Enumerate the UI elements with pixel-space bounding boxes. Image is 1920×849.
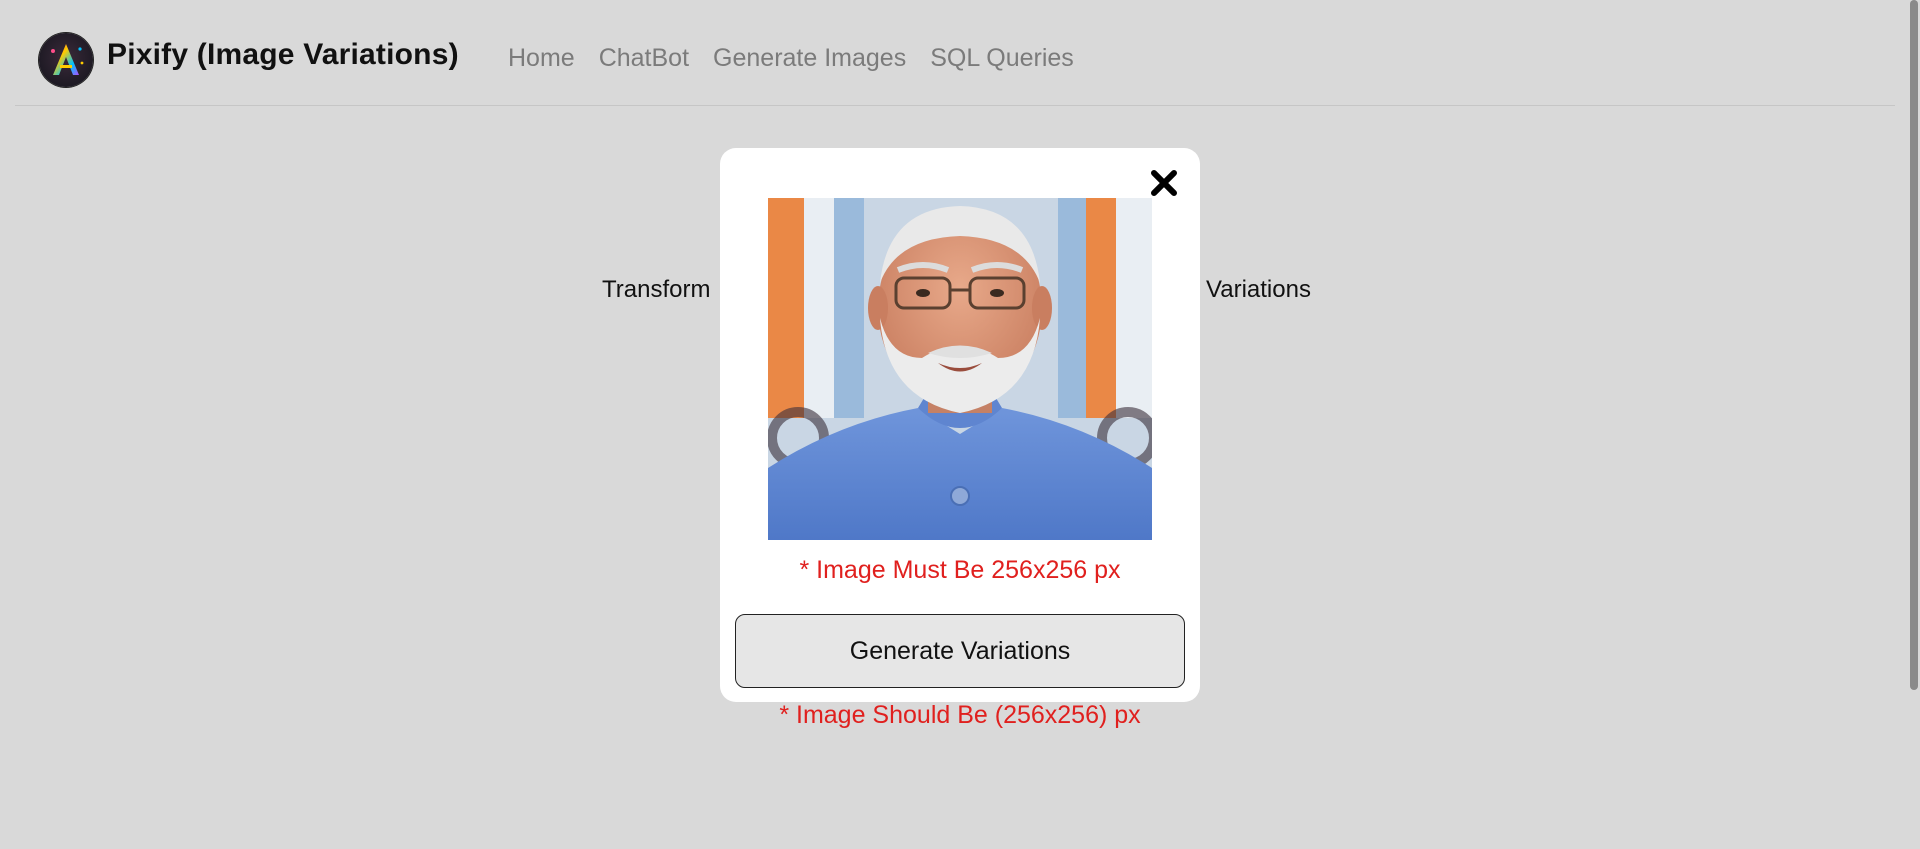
image-preview-modal: * Image Must Be 256x256 px Generate Vari… bbox=[720, 148, 1200, 702]
size-requirement-note: * Image Should Be (256x256) px bbox=[779, 701, 1141, 729]
modal-size-warning: * Image Must Be 256x256 px bbox=[799, 556, 1121, 584]
nav-links: Home ChatBot Generate Images SQL Queries bbox=[508, 44, 1074, 73]
nav-item-home[interactable]: Home bbox=[508, 44, 575, 73]
brand-title[interactable]: Pixify (Image Variations) bbox=[107, 38, 459, 72]
page-heading-right: Variations bbox=[1206, 276, 1311, 303]
close-icon[interactable] bbox=[1148, 167, 1180, 199]
page-heading-left: Transform bbox=[602, 276, 711, 303]
uploaded-portrait-photo bbox=[768, 198, 1152, 540]
scrollbar-thumb[interactable] bbox=[1910, 0, 1918, 690]
nav-item-sql-queries[interactable]: SQL Queries bbox=[930, 44, 1074, 73]
pixify-logo-icon[interactable] bbox=[39, 33, 93, 87]
nav-item-chatbot[interactable]: ChatBot bbox=[599, 44, 689, 73]
scrollbar[interactable] bbox=[1908, 0, 1920, 849]
nav-item-generate-images[interactable]: Generate Images bbox=[713, 44, 906, 73]
navbar: Pixify (Image Variations) Home ChatBot G… bbox=[15, 0, 1895, 106]
generate-variations-button[interactable]: Generate Variations bbox=[735, 614, 1185, 688]
